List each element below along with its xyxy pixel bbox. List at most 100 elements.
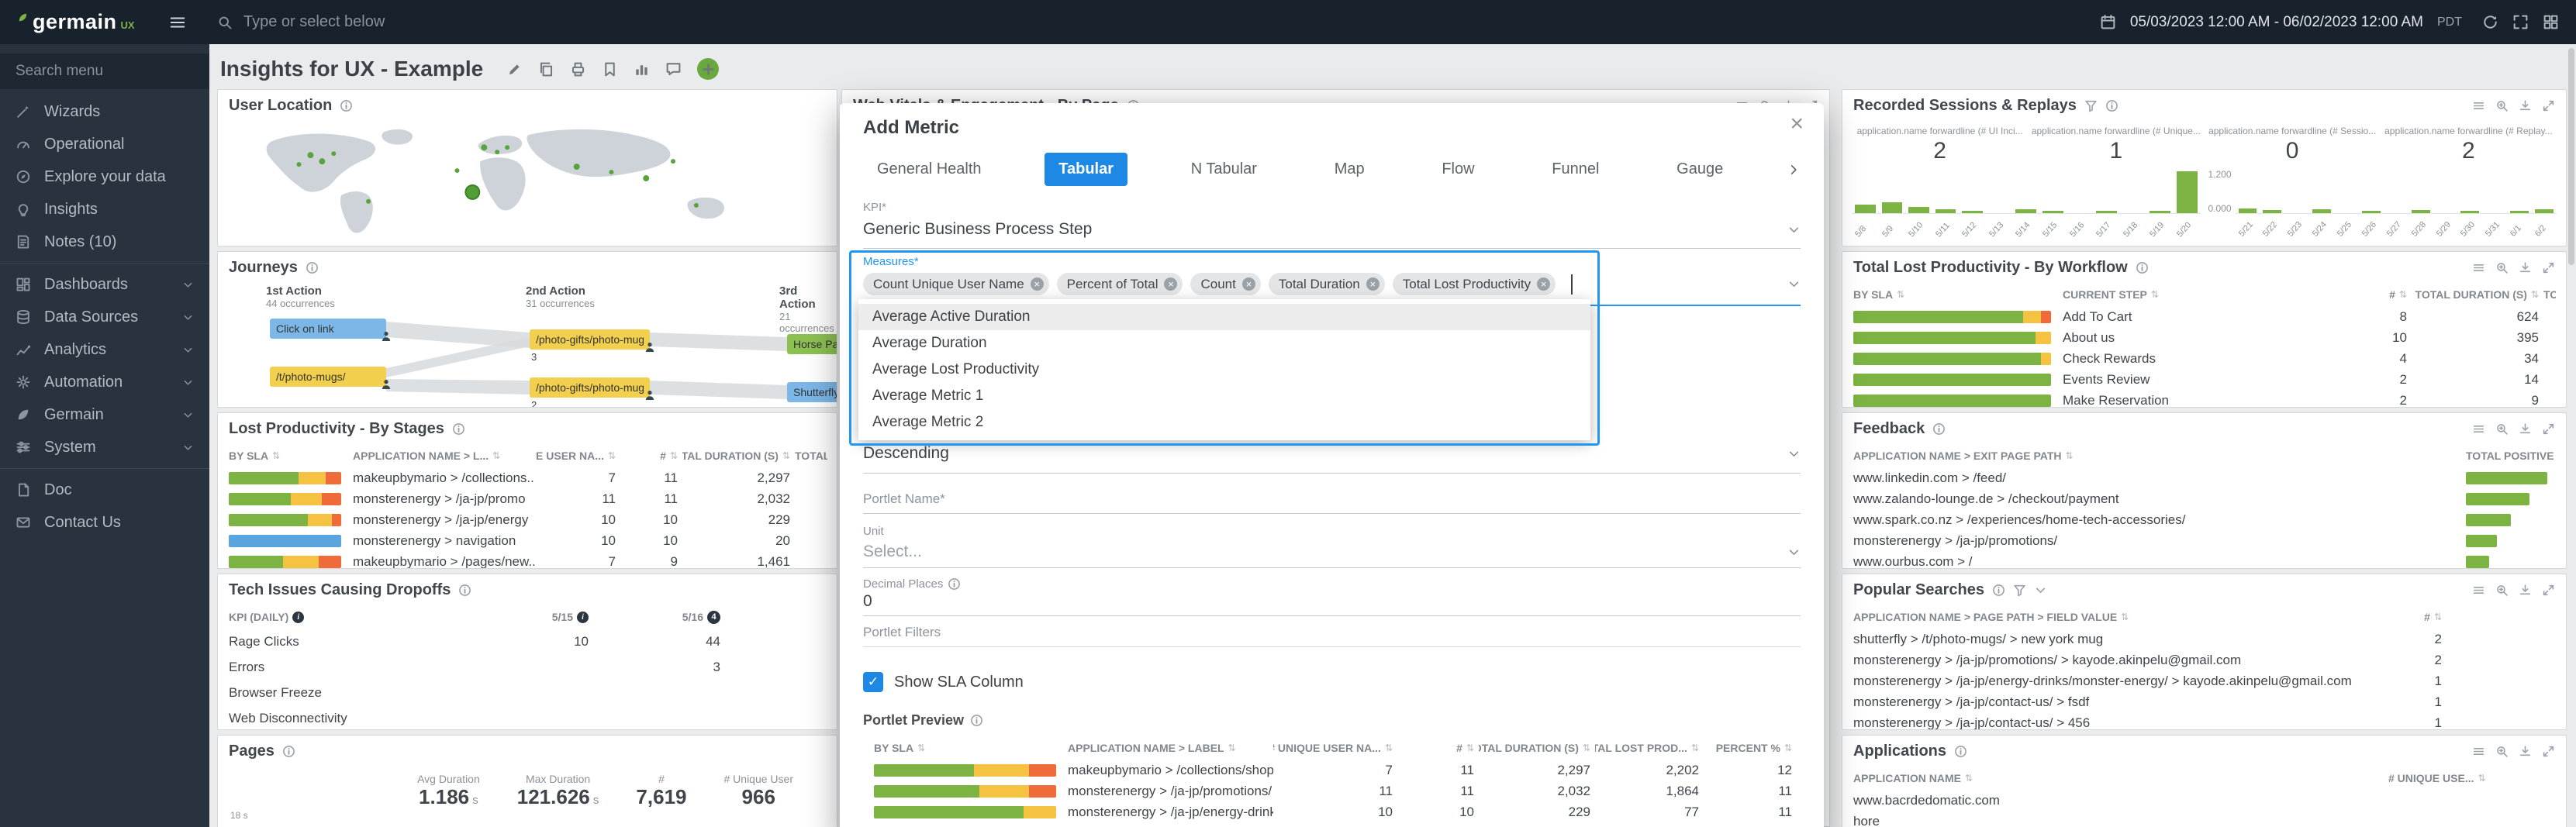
edit-icon[interactable] [506, 61, 523, 78]
info-icon[interactable] [340, 99, 353, 112]
show-sla-checkbox[interactable]: ✓ [863, 672, 883, 692]
sidebar-search-input[interactable] [16, 63, 194, 80]
sessions-bar-chart[interactable]: 5/21 5/22 5/23 5/24 5/25 5/26 5/27 5/28 5/29 5/30… [2235, 169, 2557, 240]
chart-icon[interactable] [634, 61, 650, 78]
download-icon[interactable] [2519, 422, 2532, 436]
sort-icon[interactable]: ⇅ [272, 450, 280, 461]
column-header[interactable]: TOTAL DURATION (S)⇅ [1479, 742, 1595, 754]
table-row[interactable]: makeupbymario > /collections... 7 11 2,297 [218, 467, 837, 488]
sort-icon[interactable]: ⇅ [608, 450, 616, 461]
column-header[interactable]: BY SLA ⇅ [874, 742, 1068, 754]
sidebar-item-operational[interactable]: Operational [0, 128, 209, 160]
expand-icon[interactable] [2542, 745, 2555, 758]
expand-icon[interactable] [2542, 584, 2555, 597]
sidebar-item-automation[interactable]: Automation [0, 366, 209, 398]
table-row[interactable]: www.linkedin.com > /feed/ [1842, 467, 2566, 488]
chevron-down-icon[interactable] [1787, 223, 1801, 236]
sidebar-item-contact-us[interactable]: Contact Us [0, 506, 209, 539]
column-header[interactable]: APPLICATION NAME ⇅ [1853, 772, 2388, 784]
duplicate-icon[interactable] [538, 61, 554, 78]
column-header[interactable]: # UNIQUE USE... ⇅ [2388, 772, 2543, 784]
table-row[interactable]: Rage Clicks 10 44 [218, 629, 837, 654]
table-row[interactable]: monsterenergy > /ja-jp/energy-drinks/mon… [1842, 670, 2566, 691]
info-badge[interactable]: i [577, 611, 589, 623]
add-portlet-button[interactable] [697, 58, 720, 80]
sort-icon[interactable]: ⇅ [917, 743, 925, 753]
table-row[interactable]: monsterenergy > /ja-jp/promotions/11 11 2,… [863, 780, 1801, 801]
calendar-icon[interactable] [2100, 14, 2116, 30]
info-badge[interactable]: i [292, 611, 305, 623]
global-search-input[interactable] [243, 13, 786, 31]
tab-flow[interactable]: Flow [1428, 153, 1488, 186]
sort-icon[interactable]: ⇅ [1228, 743, 1236, 753]
tab-tabular[interactable]: Tabular [1045, 153, 1128, 186]
fullscreen-icon[interactable] [2512, 14, 2529, 30]
sort-icon[interactable]: ⇅ [2065, 450, 2073, 461]
column-header[interactable]: # ⇅ [620, 450, 682, 462]
measure-chip[interactable]: Total Duration × [1268, 273, 1385, 295]
table-row[interactable]: monsterenergy > /ja-jp/energy 10 10 229 [218, 509, 837, 530]
sidebar-item-notes-10[interactable]: Notes (10) [0, 226, 209, 258]
journey-node[interactable]: /photo-gifts/photo-mugs/... [530, 329, 650, 350]
info-icon[interactable] [1954, 745, 1967, 758]
expand-icon[interactable] [2542, 422, 2555, 436]
sort-icon[interactable]: ⇅ [2399, 289, 2407, 300]
list-icon[interactable] [2472, 99, 2485, 112]
germain-logo[interactable]: germain UX [17, 10, 158, 34]
info-icon[interactable] [2136, 261, 2149, 274]
portlet-filters-field[interactable]: Portlet Filters [863, 625, 1801, 647]
zoom-icon[interactable] [2495, 745, 2509, 758]
chevron-right-icon[interactable] [1787, 163, 1801, 177]
table-row[interactable]: Events Review 2 14 [1842, 369, 2566, 390]
table-row[interactable]: Add To Cart 8 624 [1842, 306, 2566, 327]
refresh-icon[interactable] [2482, 14, 2498, 30]
zoom-icon[interactable] [2495, 261, 2509, 274]
table-row[interactable]: Make Reservation 2 9 [1842, 390, 2566, 407]
table-row[interactable]: www.spark.co.nz > /experiences/home-tech… [1842, 509, 2566, 530]
table-row[interactable]: monsterenergy > /ja-jp/promotions/ [1842, 530, 2566, 551]
column-header[interactable]: TOTAL LOST...⇅ [2543, 288, 2556, 301]
dropdown-option[interactable]: Average Metric 1 [858, 383, 1590, 409]
table-row[interactable]: www.zalando-lounge.de > /checkout/paymen… [1842, 488, 2566, 509]
table-row[interactable]: monsterenergy > /ja-jp/energy-drinks/10 1… [863, 801, 1801, 822]
remove-chip-icon[interactable]: × [1164, 277, 1178, 291]
filter-icon[interactable] [2013, 584, 2026, 597]
list-icon[interactable] [2472, 261, 2485, 274]
tab-gauge[interactable]: Gauge [1663, 153, 1737, 186]
column-header[interactable]: # ⇅ [2388, 611, 2447, 623]
download-icon[interactable] [2519, 261, 2532, 274]
sidebar-item-germain[interactable]: Germain [0, 398, 209, 431]
info-icon[interactable] [452, 422, 465, 436]
column-header[interactable]: 5/16 4 [593, 610, 725, 624]
journey-node[interactable]: Shutterfly | ... [787, 382, 837, 402]
info-icon[interactable] [282, 745, 295, 758]
column-header[interactable]: BY SLA ⇅ [229, 450, 353, 462]
comment-icon[interactable] [665, 61, 682, 78]
table-row[interactable]: monsterenergy > /ja-jp/contact-us/ > fsd… [1842, 691, 2566, 712]
info-icon[interactable] [948, 577, 961, 591]
table-row[interactable]: Errors 3 [218, 654, 837, 680]
sessions-bar-chart[interactable]: 5/8 5/9 5/10 5/11 5/12 5/13 5/14 5/15 5/16 5/17 5/… [1852, 169, 2201, 240]
sidebar-item-insights[interactable]: Insights [0, 193, 209, 226]
info-icon[interactable] [306, 261, 319, 274]
table-row[interactable]: monsterenergy > /ja-jp/promo 11 11 2,032 [218, 488, 837, 509]
info-icon[interactable] [970, 714, 983, 727]
column-header[interactable]: # ⇅ [1397, 742, 1479, 754]
decimal-places-field[interactable]: Decimal Places 0 [863, 577, 1801, 616]
sort-icon[interactable]: ⇅ [2121, 612, 2129, 622]
user-location-map[interactable] [218, 121, 837, 246]
sort-field[interactable]: Descending [863, 444, 1801, 474]
column-header[interactable]: # ⇅ [2295, 288, 2412, 301]
sort-icon[interactable]: ⇅ [492, 450, 500, 461]
info-icon[interactable] [458, 584, 471, 597]
sort-icon[interactable]: ⇅ [1385, 743, 1393, 753]
zoom-icon[interactable] [2495, 99, 2509, 112]
column-header[interactable]: TOTAL LOST PROD...⇅ [1595, 742, 1704, 754]
sort-icon[interactable]: ⇅ [2478, 773, 2485, 784]
list-icon[interactable] [2472, 584, 2485, 597]
kpi-field[interactable]: KPI* Generic Business Process Step [863, 201, 1801, 249]
table-row[interactable]: shutterfly > /t/photo-mugs/ > new york m… [1842, 629, 2566, 650]
dropdown-option[interactable]: Average Duration [858, 330, 1590, 357]
sort-icon[interactable]: ⇅ [1691, 743, 1699, 753]
chevron-down-icon[interactable] [1787, 546, 1801, 559]
